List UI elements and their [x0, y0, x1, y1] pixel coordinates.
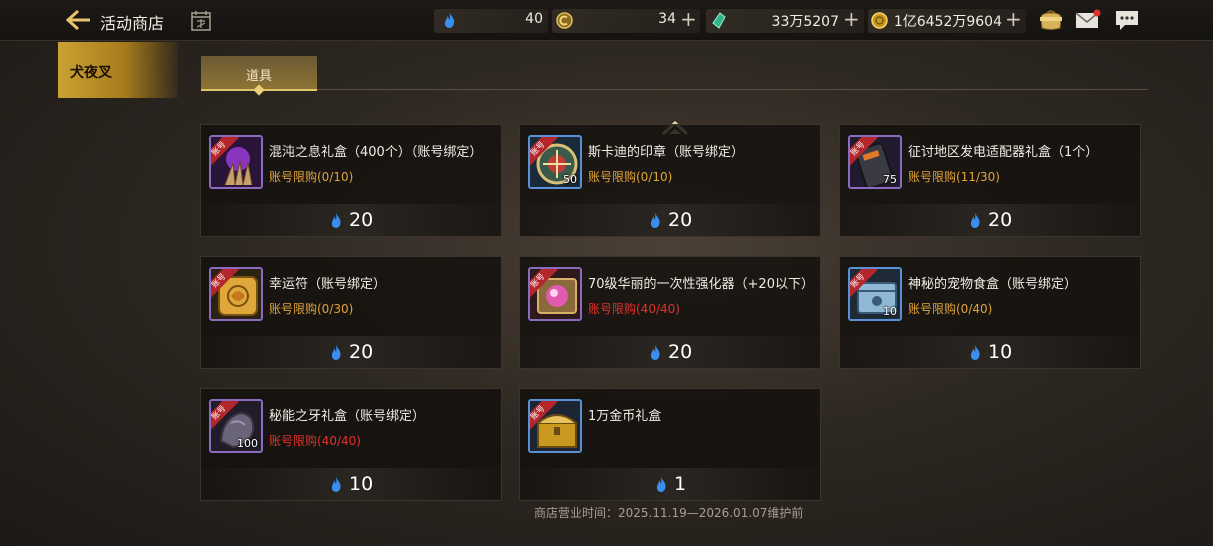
blue-flame-icon	[656, 477, 666, 492]
purchase-limit: 账号限购(0/10)	[588, 170, 673, 184]
shop-item-card[interactable]: 账号 50 斯卡迪的印章（账号绑定） 账号限购(0/10) 20	[519, 124, 821, 237]
card-body: 账号 100 秘能之牙礼盒（账号绑定） 账号限购(40/40) 10	[201, 389, 501, 500]
item-thumbnail[interactable]: 账号	[209, 135, 263, 189]
item-thumbnail[interactable]: 账号 75	[848, 135, 902, 189]
purchase-limit: 账号限购(11/30)	[908, 170, 1000, 184]
currency-crystal-value: 33万5207	[771, 14, 839, 30]
item-price: 20	[349, 209, 374, 231]
item-thumbnail[interactable]: 账号 10	[848, 267, 902, 321]
item-name: 征讨地区发电适配器礼盒（1个）	[908, 145, 1099, 160]
add-currency-gold-button[interactable]: +	[1005, 8, 1022, 30]
price-bar[interactable]: 10	[201, 468, 501, 500]
blue-flame-icon	[650, 213, 660, 228]
item-thumbnail[interactable]: 账号 100	[209, 399, 263, 453]
item-price: 10	[988, 341, 1013, 363]
bag-icon[interactable]	[1038, 8, 1064, 32]
price-bar[interactable]: 10	[840, 336, 1140, 368]
item-name: 神秘的宠物食盒（账号绑定）	[908, 277, 1078, 292]
item-thumbnail[interactable]: 账号	[528, 267, 582, 321]
item-quantity: 50	[563, 173, 577, 186]
tab-items[interactable]: 道具	[201, 56, 317, 96]
item-price: 20	[988, 209, 1013, 231]
gold-coin-c-icon	[556, 12, 573, 29]
price-bar[interactable]: 20	[201, 204, 501, 236]
item-price: 20	[668, 341, 693, 363]
blue-flame-icon	[331, 213, 341, 228]
page-title: 活动商店	[100, 14, 165, 33]
item-name: 1万金币礼盒	[588, 409, 662, 424]
shop-item-card[interactable]: 账号 75 征讨地区发电适配器礼盒（1个） 账号限购(11/30) 20	[839, 124, 1141, 237]
purchase-limit: 账号限购(0/40)	[908, 302, 993, 316]
shop-item-card[interactable]: 账号 100 秘能之牙礼盒（账号绑定） 账号限购(40/40) 10	[200, 388, 502, 501]
blue-flame-icon	[970, 345, 980, 360]
blue-flame-icon	[650, 345, 660, 360]
price-bar[interactable]: 20	[840, 204, 1140, 236]
card-body: 账号 混沌之息礼盒（400个）（账号绑定） 账号限购(0/10) 20	[201, 125, 501, 236]
blue-flame-icon	[331, 345, 341, 360]
shop-item-card[interactable]: 账号 混沌之息礼盒（400个）（账号绑定） 账号限购(0/10) 20	[200, 124, 502, 237]
tab-active-indicator	[253, 84, 265, 96]
price-bar[interactable]: 20	[520, 204, 820, 236]
chat-icon[interactable]	[1114, 8, 1140, 32]
blue-flame-icon	[444, 13, 455, 28]
green-crystal-icon	[712, 12, 726, 29]
item-name: 斯卡迪的印章（账号绑定）	[588, 145, 745, 160]
currency-c-value: 34	[658, 11, 676, 27]
card-body: 账号 1万金币礼盒 1	[520, 389, 820, 500]
item-price: 10	[349, 473, 374, 495]
item-price: 1	[674, 473, 687, 495]
shop-item-card[interactable]: 账号 10 神秘的宠物食盒（账号绑定） 账号限购(0/40) 10	[839, 256, 1141, 369]
blue-flame-icon	[970, 213, 980, 228]
price-bar[interactable]: 1	[520, 468, 820, 500]
blue-flame-icon	[331, 477, 341, 492]
card-body: 账号 70级华丽的一次性强化器（+20以下） 账号限购(40/40) 20	[520, 257, 820, 368]
item-thumbnail[interactable]: 账号 50	[528, 135, 582, 189]
item-name: 混沌之息礼盒（400个）（账号绑定）	[269, 145, 483, 160]
item-price: 20	[349, 341, 374, 363]
add-currency-crystal-button[interactable]: +	[843, 8, 860, 30]
shop-item-card[interactable]: 账号 1万金币礼盒 1	[519, 388, 821, 501]
shop-item-card[interactable]: 账号 幸运符（账号绑定） 账号限购(0/30) 20	[200, 256, 502, 369]
shop-hours: 商店营业时间：2025.11.19—2026.01.07维护前	[534, 506, 804, 520]
card-body: 账号 10 神秘的宠物食盒（账号绑定） 账号限购(0/40) 10	[840, 257, 1140, 368]
item-name: 秘能之牙礼盒（账号绑定）	[269, 409, 426, 424]
purchase-limit: 账号限购(0/10)	[269, 170, 354, 184]
purchase-limit: 账号限购(40/40)	[269, 434, 361, 448]
card-body: 账号 幸运符（账号绑定） 账号限购(0/30) 20	[201, 257, 501, 368]
tab-divider	[317, 89, 1148, 90]
calendar-icon[interactable]	[191, 10, 211, 31]
item-quantity: 100	[237, 437, 258, 450]
item-price: 20	[668, 209, 693, 231]
back-arrow-icon[interactable]	[66, 9, 92, 31]
item-thumbnail[interactable]: 账号	[209, 267, 263, 321]
item-quantity: 75	[883, 173, 897, 186]
gold-coin-icon	[871, 12, 888, 29]
mail-icon[interactable]	[1075, 8, 1101, 32]
card-body: 账号 50 斯卡迪的印章（账号绑定） 账号限购(0/10) 20	[520, 125, 820, 236]
purchase-limit: 账号限购(40/40)	[588, 302, 680, 316]
item-quantity: 10	[883, 305, 897, 318]
purchase-limit: 账号限购(0/30)	[269, 302, 354, 316]
price-bar[interactable]: 20	[201, 336, 501, 368]
currency-flame-value: 40	[525, 11, 543, 27]
tab-items-label: 道具	[245, 69, 272, 84]
shop-item-card[interactable]: 账号 70级华丽的一次性强化器（+20以下） 账号限购(40/40) 20	[519, 256, 821, 369]
add-currency-c-button[interactable]: +	[680, 8, 697, 30]
item-name: 幸运符（账号绑定）	[269, 277, 387, 292]
sidebar-tab-inuyasha[interactable]: 犬夜叉	[58, 42, 178, 98]
item-name: 70级华丽的一次性强化器（+20以下）	[588, 277, 814, 292]
item-thumbnail[interactable]: 账号	[528, 399, 582, 453]
card-body: 账号 75 征讨地区发电适配器礼盒（1个） 账号限购(11/30) 20	[840, 125, 1140, 236]
price-bar[interactable]: 20	[520, 336, 820, 368]
sidebar-tab-label: 犬夜叉	[70, 65, 112, 81]
currency-gold-value: 1亿6452万9604	[893, 14, 1002, 30]
